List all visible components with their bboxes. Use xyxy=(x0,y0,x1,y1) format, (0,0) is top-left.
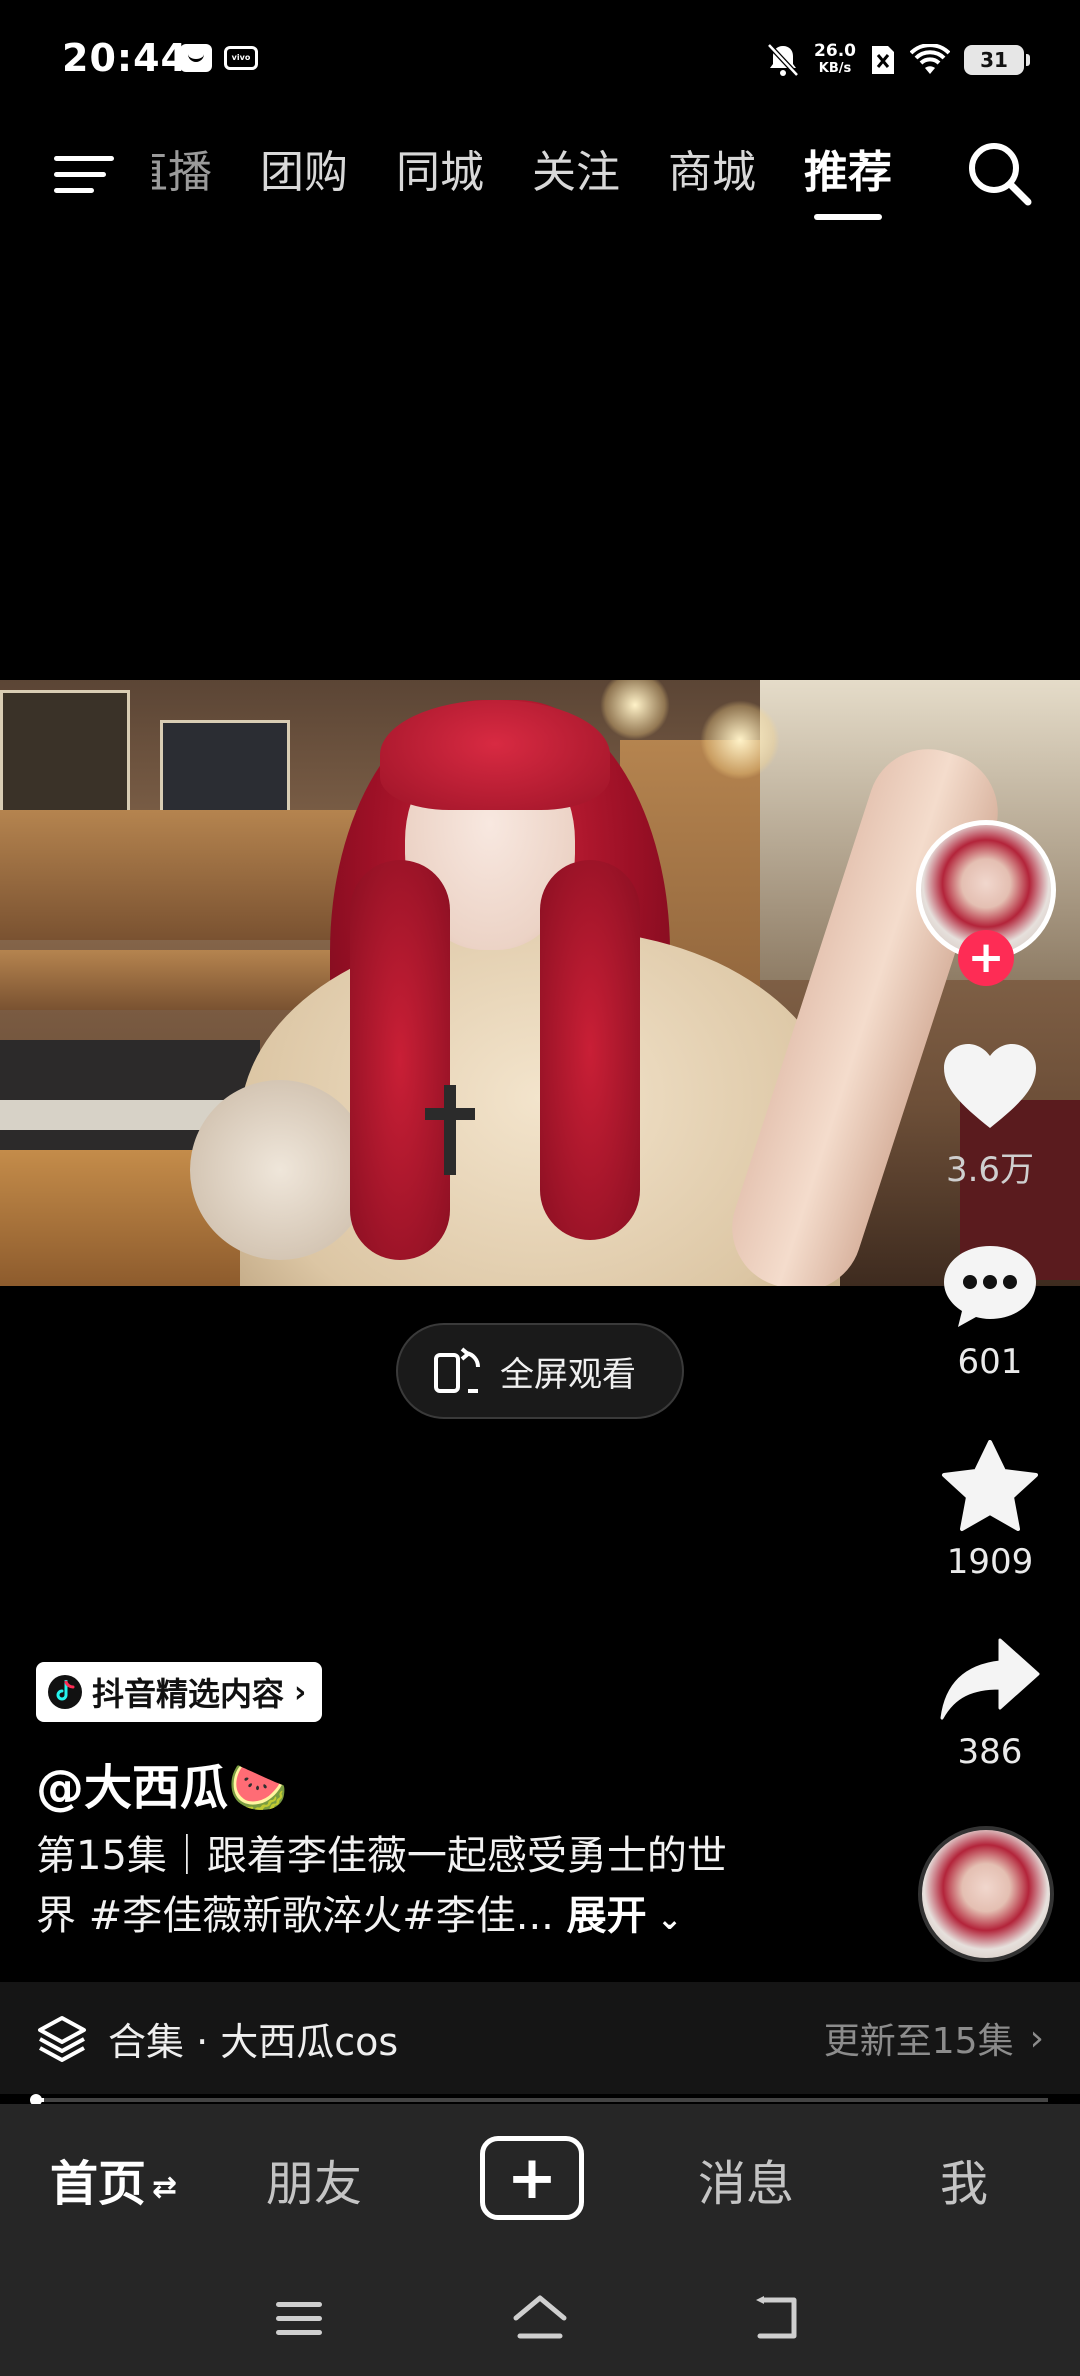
ceiling-light xyxy=(700,700,780,780)
nav-home[interactable]: 首页 ⇄ xyxy=(50,2144,177,2214)
home-icon[interactable] xyxy=(510,2292,570,2342)
fur-cuff xyxy=(190,1080,370,1260)
tab-mall[interactable]: 商城 xyxy=(668,138,756,208)
author-name[interactable]: @大西瓜🍉 xyxy=(36,1748,288,1818)
tab-recommended[interactable]: 推荐 xyxy=(804,138,892,220)
collection-update: 更新至15集 xyxy=(823,2021,1014,2062)
music-note-icon xyxy=(56,1680,75,1701)
description-line: 第15集｜跟着李佳薇一起感受勇士的世 xyxy=(36,1833,727,1879)
douyin-logo-icon xyxy=(48,1675,82,1709)
fullscreen-button[interactable]: 全屏观看 xyxy=(396,1323,684,1419)
favorite-button[interactable]: 1909 xyxy=(920,1440,1060,1582)
cross-necklace xyxy=(425,1085,475,1175)
description-text: 界 #李佳薇新歌淬火#李佳... xyxy=(36,1893,554,1939)
chevron-right-icon: › xyxy=(1029,2017,1044,2059)
comment-button[interactable]: 601 xyxy=(920,1240,1060,1382)
tab-live[interactable]: 直播 xyxy=(152,138,212,208)
nav-me[interactable]: 我 xyxy=(940,2144,988,2214)
net-speed-value: 26.0 xyxy=(814,41,856,61)
top-nav: 直播 团购 同城 关注 商城 推荐 xyxy=(0,120,1080,230)
hair-braid-left xyxy=(350,860,450,1260)
ceiling-light xyxy=(600,680,670,740)
nav-home-label: 首页 xyxy=(50,2156,147,2212)
tab-group-buy[interactable]: 团购 xyxy=(260,138,348,208)
like-count: 3.6万 xyxy=(945,1150,1035,1190)
fullscreen-label: 全屏观看 xyxy=(500,1354,636,1395)
sim-off-icon xyxy=(872,46,894,74)
recent-apps-icon[interactable] xyxy=(274,2296,324,2340)
bottom-nav: 首页 ⇄ 朋友 + 消息 我 xyxy=(0,2104,1080,2266)
selected-content-badge[interactable]: 抖音精选内容 › xyxy=(36,1662,323,1722)
message-icon xyxy=(180,44,212,72)
description-line-2: 界 #李佳薇新歌淬火#李佳... 展开 ⌄ xyxy=(36,1886,836,1950)
background-poster xyxy=(0,690,130,820)
favorite-count: 1909 xyxy=(946,1542,1034,1582)
video-description[interactable]: 第15集｜跟着李佳薇一起感受勇士的世 界 #李佳薇新歌淬火#李佳... 展开 ⌄ xyxy=(36,1826,836,1950)
like-button[interactable]: 3.6万 xyxy=(920,1040,1060,1191)
share-icon xyxy=(940,1638,1040,1720)
status-right-group: 26.0 KB/s 31 xyxy=(766,38,1030,82)
person-bangs xyxy=(380,700,610,810)
nav-messages[interactable]: 消息 xyxy=(698,2144,794,2214)
net-speed-unit: KB/s xyxy=(818,61,852,76)
search-icon[interactable] xyxy=(962,136,1034,208)
expand-label: 展开 xyxy=(566,1893,647,1939)
switch-icon: ⇄ xyxy=(152,2169,178,2205)
collection-label: 合集 · 大西瓜cos xyxy=(108,2019,399,2064)
comment-icon xyxy=(944,1246,1036,1327)
status-bar: 20:44 vivo 26.0 KB/s 31 xyxy=(0,0,1080,120)
create-button[interactable]: + xyxy=(480,2136,584,2220)
menu-icon[interactable] xyxy=(52,142,116,206)
share-count: 386 xyxy=(957,1732,1023,1772)
mute-icon xyxy=(767,43,799,77)
battery-icon: 31 xyxy=(964,45,1030,75)
chevron-down-icon: ⌄ xyxy=(646,1902,683,1937)
badge-label: 抖音精选内容 xyxy=(92,1675,285,1713)
music-disc[interactable] xyxy=(918,1826,1054,1962)
heart-icon xyxy=(944,1044,1036,1128)
shelf xyxy=(0,810,360,940)
expand-button[interactable]: 展开 ⌄ xyxy=(567,1893,683,1939)
tab-following[interactable]: 关注 xyxy=(532,138,620,208)
plus-icon: + xyxy=(506,2143,558,2213)
wifi-icon xyxy=(910,44,950,74)
system-nav-bar xyxy=(0,2266,1080,2376)
nav-tabs: 直播 团购 同城 关注 商城 推荐 xyxy=(152,138,892,220)
follow-button[interactable]: + xyxy=(958,930,1014,986)
collection-bar[interactable]: 合集 · 大西瓜cos 更新至15集 › xyxy=(0,1982,1080,2094)
star-icon xyxy=(942,1440,1038,1531)
vivo-icon: vivo xyxy=(224,46,258,70)
hair-braid-right xyxy=(540,860,640,1240)
layers-icon xyxy=(38,2016,86,2062)
chevron-right-icon: › xyxy=(294,1674,307,1710)
share-button[interactable]: 386 xyxy=(920,1636,1060,1772)
status-time: 20:44 xyxy=(62,36,188,80)
comment-count: 601 xyxy=(957,1342,1023,1382)
rotate-screen-icon xyxy=(434,1347,481,1393)
nav-friends[interactable]: 朋友 xyxy=(266,2144,362,2214)
back-icon[interactable] xyxy=(752,2294,806,2342)
progress-bar[interactable] xyxy=(34,2098,1048,2102)
network-speed: 26.0 KB/s xyxy=(814,43,856,77)
tab-local[interactable]: 同城 xyxy=(396,138,484,208)
video-player[interactable] xyxy=(0,680,1080,1286)
